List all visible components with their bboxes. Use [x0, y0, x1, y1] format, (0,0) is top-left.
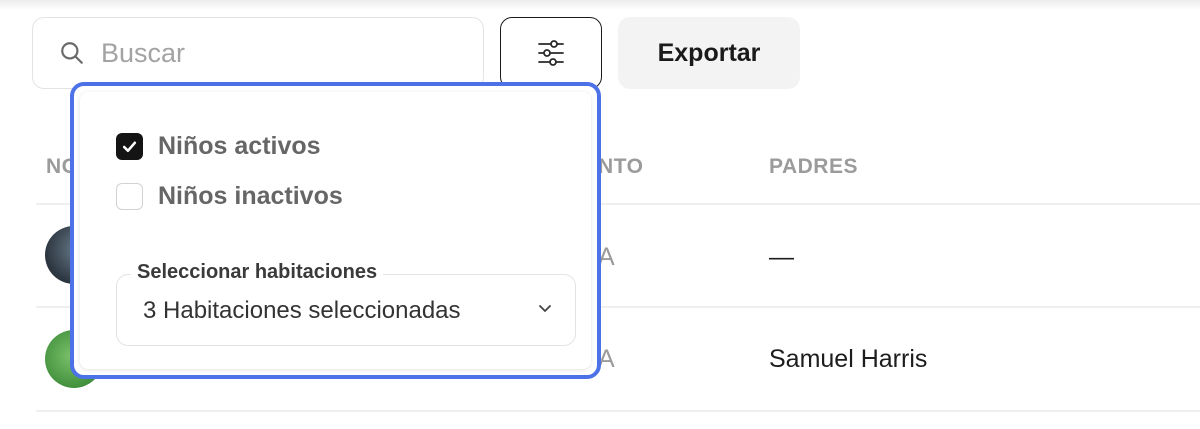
- column-header-status[interactable]: NTO: [598, 155, 643, 179]
- room-select-value[interactable]: 3 Habitaciones seleccionadas: [143, 297, 461, 325]
- chevron-down-icon[interactable]: [537, 303, 553, 315]
- search-field[interactable]: Buscar: [32, 17, 484, 89]
- filter-panel: Niños activos Niños inactivos Selecciona…: [80, 92, 591, 369]
- inactive-children-label[interactable]: Niños inactivos: [158, 182, 343, 211]
- room-select-label: Seleccionar habitaciones: [131, 261, 384, 284]
- sliders-icon: [538, 40, 564, 66]
- parents-cell: —: [769, 243, 794, 271]
- inactive-children-option[interactable]: Niños inactivos: [116, 182, 343, 211]
- active-children-checkbox[interactable]: [116, 133, 143, 160]
- check-icon: [122, 141, 137, 153]
- parents-cell[interactable]: Samuel Harris: [769, 345, 927, 374]
- active-children-option[interactable]: Niños activos: [116, 132, 321, 161]
- search-icon: [61, 42, 83, 64]
- filter-popover: Niños activos Niños inactivos Selecciona…: [70, 82, 601, 379]
- row-divider: [36, 410, 1200, 412]
- filter-button[interactable]: [500, 17, 602, 89]
- inactive-children-checkbox[interactable]: [116, 183, 143, 210]
- export-button[interactable]: Exportar: [618, 17, 800, 89]
- top-shadow: [0, 0, 1200, 10]
- room-select[interactable]: Seleccionar habitaciones 3 Habitaciones …: [116, 261, 576, 346]
- active-children-label[interactable]: Niños activos: [158, 132, 321, 161]
- search-placeholder[interactable]: Buscar: [101, 38, 185, 69]
- column-header-parents[interactable]: PADRES: [769, 155, 858, 179]
